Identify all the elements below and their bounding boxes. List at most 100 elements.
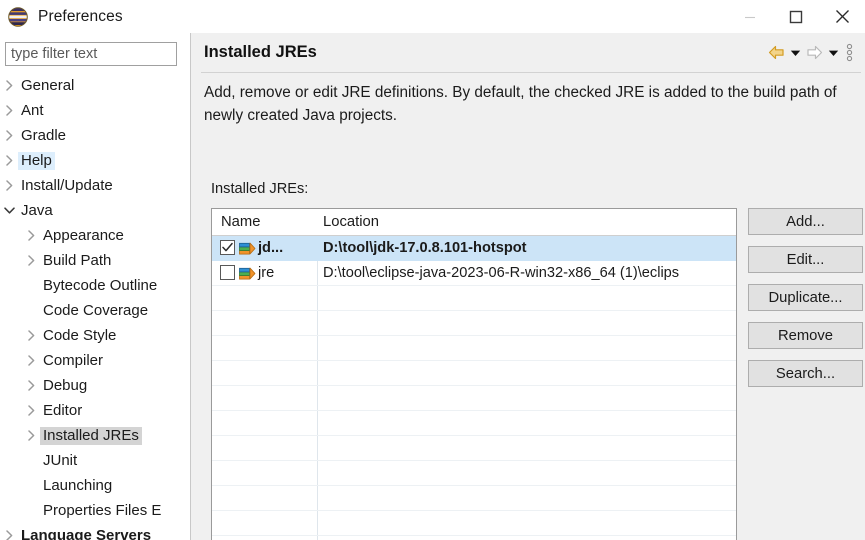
header-rule — [201, 72, 861, 73]
checkbox-unchecked[interactable] — [220, 265, 235, 280]
cell-jre-location: D:\tool\jdk-17.0.8.101-hotspot — [323, 240, 527, 256]
table-header-row: Name Location — [212, 209, 736, 236]
sidebar-item-debug[interactable]: Debug — [0, 373, 186, 398]
close-icon[interactable] — [819, 0, 865, 33]
search-button[interactable]: Search... — [748, 360, 863, 387]
installed-jres-label: Installed JREs: — [211, 181, 309, 197]
table-row-empty — [212, 286, 736, 311]
sidebar-item-compiler[interactable]: Compiler — [0, 348, 186, 373]
back-arrow-icon[interactable] — [765, 40, 787, 66]
chevron-right-icon[interactable] — [22, 405, 40, 416]
sidebar-item-language-servers[interactable]: Language Servers — [0, 523, 186, 540]
jre-action-buttons: Add... Edit... Duplicate... Remove Search... — [748, 208, 863, 398]
cell-jre-location: D:\tool\eclipse-java-2023-06-R-win32-x86… — [323, 265, 680, 281]
column-header-name[interactable]: Name — [221, 209, 260, 235]
sidebar-item-label: Code Style — [43, 326, 117, 344]
column-header-location[interactable]: Location — [323, 209, 379, 235]
sidebar-item-general[interactable]: General — [0, 73, 186, 98]
chevron-right-icon[interactable] — [0, 80, 18, 91]
sidebar-item-build-path[interactable]: Build Path — [0, 248, 186, 273]
duplicate-button[interactable]: Duplicate... — [748, 284, 863, 311]
view-menu-icon[interactable] — [841, 40, 857, 66]
sidebar-item-label: Compiler — [43, 351, 104, 369]
table-row[interactable]: jre D:\tool\eclipse-java-2023-06-R-win32-… — [212, 261, 736, 286]
table-row-empty — [212, 361, 736, 386]
chevron-right-icon[interactable] — [22, 380, 40, 391]
sidebar-item-installed-jres[interactable]: Installed JREs — [0, 423, 186, 448]
table-row-empty — [212, 486, 736, 511]
preference-tree-pane: General Ant Gradle Help Install/Update Java Ap… — [0, 33, 186, 540]
sidebar-item-label: Editor — [43, 401, 83, 419]
table-row-empty — [212, 311, 736, 336]
sidebar-item-label: General — [21, 76, 75, 94]
sidebar-item-label: Ant — [21, 101, 44, 119]
page-description: Add, remove or edit JRE definitions. By … — [204, 84, 837, 124]
title-bar: Preferences — [0, 0, 865, 33]
forward-arrow-icon — [803, 40, 825, 66]
chevron-down-icon[interactable] — [0, 206, 18, 215]
cell-jre-name: jd... — [258, 240, 284, 256]
minimize-icon[interactable] — [727, 0, 773, 33]
table-row-empty — [212, 461, 736, 486]
eclipse-sphere-icon — [7, 6, 29, 28]
page-title: Installed JREs — [204, 43, 317, 61]
page-nav-toolbar — [765, 33, 857, 72]
remove-button[interactable]: Remove — [748, 322, 863, 349]
sidebar-item-label: Gradle — [21, 126, 67, 144]
sidebar-item-label: Build Path — [43, 251, 112, 269]
chevron-right-icon[interactable] — [22, 330, 40, 341]
sidebar-item-label: Properties Files E — [43, 501, 162, 519]
sidebar-item-appearance[interactable]: Appearance — [0, 223, 186, 248]
chevron-right-icon[interactable] — [0, 105, 18, 116]
sidebar-item-label: Appearance — [43, 226, 124, 244]
sidebar-item-junit[interactable]: JUnit — [0, 448, 186, 473]
sidebar-item-help[interactable]: Help — [0, 148, 186, 173]
sidebar-item-code-coverage[interactable]: Code Coverage — [0, 298, 186, 323]
sidebar-item-java[interactable]: Java — [0, 198, 186, 223]
preferences-dialog: Preferences General Ant Gradle Help Install/… — [0, 0, 865, 540]
sidebar-item-label: Debug — [43, 376, 88, 394]
chevron-right-icon[interactable] — [0, 530, 18, 540]
back-dropdown-chevron-down-icon[interactable] — [787, 40, 803, 66]
add-button[interactable]: Add... — [748, 208, 863, 235]
page-header: Installed JREs — [191, 33, 865, 72]
chevron-right-icon[interactable] — [0, 155, 18, 166]
sidebar-item-label: Install/Update — [21, 176, 113, 194]
table-row-empty — [212, 436, 736, 461]
preference-tree[interactable]: General Ant Gradle Help Install/Update Java Ap… — [0, 73, 186, 540]
preference-page-pane: Installed JREs Add, remove or edit JRE d… — [191, 33, 865, 540]
sidebar-item-code-style[interactable]: Code Style — [0, 323, 186, 348]
table-row-empty — [212, 511, 736, 536]
table-row-empty — [212, 386, 736, 411]
sidebar-item-label: Bytecode Outline — [43, 276, 158, 294]
installed-jres-table[interactable]: Name Location jd... D:\tool\jdk-17.0.8.10… — [211, 208, 737, 540]
edit-button[interactable]: Edit... — [748, 246, 863, 273]
table-row-empty — [212, 411, 736, 436]
sidebar-item-label: Language Servers — [21, 526, 152, 540]
chevron-right-icon[interactable] — [22, 355, 40, 366]
sidebar-item-label: Help — [18, 151, 55, 170]
sidebar-item-editor[interactable]: Editor — [0, 398, 186, 423]
window-title: Preferences — [38, 7, 123, 25]
chevron-right-icon[interactable] — [0, 130, 18, 141]
chevron-right-icon[interactable] — [22, 230, 40, 241]
sidebar-item-install-update[interactable]: Install/Update — [0, 173, 186, 198]
sidebar-item-launching[interactable]: Launching — [0, 473, 186, 498]
sidebar-item-label: JUnit — [43, 451, 78, 469]
sidebar-item-bytecode-outline[interactable]: Bytecode Outline — [0, 273, 186, 298]
forward-dropdown-chevron-down-icon[interactable] — [825, 40, 841, 66]
filter-text-box[interactable] — [5, 42, 177, 66]
sidebar-item-gradle[interactable]: Gradle — [0, 123, 186, 148]
search-input[interactable] — [6, 43, 176, 65]
maximize-icon[interactable] — [773, 0, 819, 33]
chevron-right-icon[interactable] — [0, 180, 18, 191]
chevron-right-icon[interactable] — [22, 255, 40, 266]
sidebar-item-label: Code Coverage — [43, 301, 149, 319]
sidebar-item-label: Installed JREs — [40, 426, 142, 445]
sidebar-item-properties-files-e[interactable]: Properties Files E — [0, 498, 186, 523]
table-row[interactable]: jd... D:\tool\jdk-17.0.8.101-hotspot — [212, 236, 736, 261]
sidebar-item-ant[interactable]: Ant — [0, 98, 186, 123]
checkbox-checked[interactable] — [220, 240, 235, 255]
chevron-right-icon[interactable] — [22, 430, 40, 441]
sidebar-item-label: Java — [21, 201, 53, 219]
